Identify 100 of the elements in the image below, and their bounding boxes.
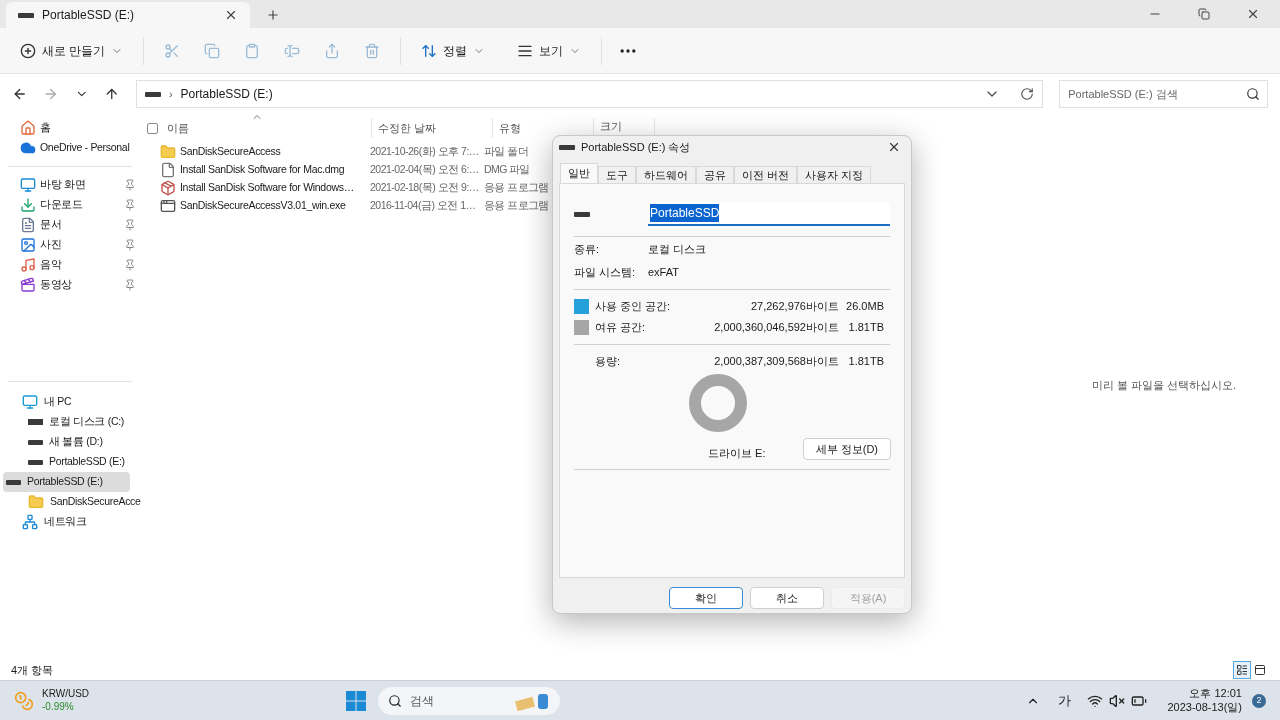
folder-icon [28,494,44,510]
sidebar-item[interactable]: 문서 [0,215,140,235]
sort-button[interactable]: 정렬 [417,34,490,67]
capacity-size: 1.81TB [847,353,885,369]
breadcrumb-separator: › [168,86,173,102]
tree-item[interactable]: 내 PC [0,392,140,412]
info-value: exFAT [648,264,679,280]
ime-indicator[interactable]: 가 [1058,690,1072,711]
column-header[interactable]: 이름 [167,119,371,137]
window-tab[interactable]: PortableSSD (E:) [6,2,250,28]
pin-icon [124,179,136,191]
column-header[interactable]: 수정한 날짜 [372,119,492,137]
view-button[interactable]: 보기 [513,34,586,67]
file-row[interactable]: SanDiskSecureAccess 2021-10-26(화) 오후 7:… 파일 폴더 [144,143,554,161]
breadcrumb[interactable]: PortableSSD (E:) [180,85,273,103]
file-row[interactable]: Install SanDisk Software for Windows… 2021-02-18(목) 오전 9:… 응용 프로그램 [144,179,554,197]
dialog-tab[interactable]: 일반 [560,163,598,183]
sidebar-item[interactable]: 홈 [0,118,140,138]
refresh-icon[interactable] [1020,87,1035,101]
window-icon [1254,664,1266,676]
space-bytes: 2,000,360,046,592바이트 [713,320,839,336]
close-icon[interactable] [1246,7,1260,21]
pin-icon [124,219,136,231]
sidebar-item[interactable]: 사진 [0,235,140,255]
dialog-button[interactable]: 확인 [669,587,743,609]
tree-item[interactable]: PortableSSD (E:) [3,472,130,492]
close-icon[interactable] [224,8,238,22]
usage-donut [688,373,748,433]
file-row[interactable]: Install SanDisk Software for Mac.dmg 2021-02-04(목) 오전 6:… DMG 파일 [144,161,554,179]
tree-item[interactable]: 로컬 디스크 (C:) [0,412,140,432]
search-field[interactable]: PortableSSD (E:) 검색 [1059,80,1268,108]
address-bar[interactable]: › PortableSSD (E:) [135,80,1044,108]
sidebar-item[interactable]: OneDrive - Personal [0,138,140,158]
up-icon[interactable] [104,86,120,102]
dialog-tab[interactable]: 하드웨어 [636,166,696,183]
network-icon [22,514,38,530]
mute-icon[interactable] [1109,692,1126,709]
taskbar-search[interactable]: 검색 [378,686,560,715]
video-icon [20,277,36,293]
sort-icon [421,42,438,59]
pin-icon [124,259,136,271]
info-label: 종류: [574,241,601,257]
capacity-bytes: 2,000,387,309,568바이트 [713,353,839,369]
date-cell-text: 2021-02-18(목) 오전 9:… [370,180,480,196]
tree-item[interactable]: 새 볼륨 (D:) [0,432,140,452]
download-icon [20,197,36,213]
file-name: SanDiskSecureAccessV3.01_win.exe [180,198,346,214]
drive-icon [144,91,161,97]
preview-message: 미리 볼 파일을 선택하십시오. [1091,377,1237,393]
sidebar-item[interactable]: 다운로드 [0,195,140,215]
file-name: Install SanDisk Software for Mac.dmg [180,162,345,178]
file-icon [160,162,176,178]
tree-item[interactable]: 네트워크 [0,512,140,532]
clock-time[interactable]: 오후 12:01 [1189,686,1242,701]
document-icon [20,217,36,233]
sidebar-item[interactable]: 음악 [0,255,140,275]
back-icon[interactable] [12,86,28,102]
clock-date[interactable]: 2023-08-13(일) [1167,700,1242,715]
dialog-tab[interactable]: 이전 버전 [734,166,798,183]
name-field[interactable]: PortableSSD [648,202,890,226]
music-icon [20,257,36,273]
drive-label: 드라이브 E: [708,445,766,461]
home-icon [20,120,36,136]
restore-icon[interactable] [1198,8,1210,20]
dialog-button[interactable]: 취소 [750,587,824,609]
column-header[interactable]: 유형 [493,119,593,137]
desktop-icon [20,177,36,193]
date-cell-text: 2021-02-04(목) 오전 6:… [370,162,480,178]
details-view-button[interactable] [1233,661,1251,679]
dialog-tab[interactable]: 사용자 지정 [797,166,872,183]
info-label: 파일 시스템: [574,264,637,280]
space-size: 1.81TB [847,320,885,336]
tree-item[interactable]: SanDiskSecureAcce [0,492,140,512]
dialog-tab[interactable]: 공유 [696,166,734,183]
pin-icon [124,199,136,211]
tree-item[interactable]: PortableSSD (E:) [0,452,140,472]
dialog-tab[interactable]: 도구 [598,166,636,183]
type-cell: DMG 파일 [484,162,530,178]
file-row[interactable]: SanDiskSecureAccessV3.01_win.exe 2016-11-04(금) 오전 1… 응용 프로그램 [144,197,554,215]
drive-icon [559,144,575,150]
pin-icon [124,279,136,291]
pin-icon [124,239,136,251]
date-cell-text: 2016-11-04(금) 오전 1… [370,198,477,214]
select-all-checkbox[interactable] [147,122,158,134]
sidebar-item[interactable]: 동영상 [0,275,140,295]
sidebar-item[interactable]: 바탕 화면 [0,175,140,195]
space-label: 사용 중인 공간: [595,299,672,315]
picture-icon [20,237,36,253]
new-button[interactable]: 새로 만들기 [16,34,128,67]
notification-badge[interactable]: 2 [1252,693,1266,708]
drive-icon [6,479,21,485]
info-value: 로컬 디스크 [648,241,707,257]
start-icon[interactable] [346,690,366,711]
new-tab-icon[interactable] [266,8,280,22]
type-cell: 응용 프로그램 [484,180,549,196]
close-icon[interactable] [887,140,901,154]
column-header[interactable]: 크기 [594,117,654,135]
type-cell: 파일 폴더 [484,144,528,160]
dialog-title: PortableSSD (E:) 속성 [581,139,692,155]
details-button[interactable]: 세부 정보(D) [802,438,891,460]
